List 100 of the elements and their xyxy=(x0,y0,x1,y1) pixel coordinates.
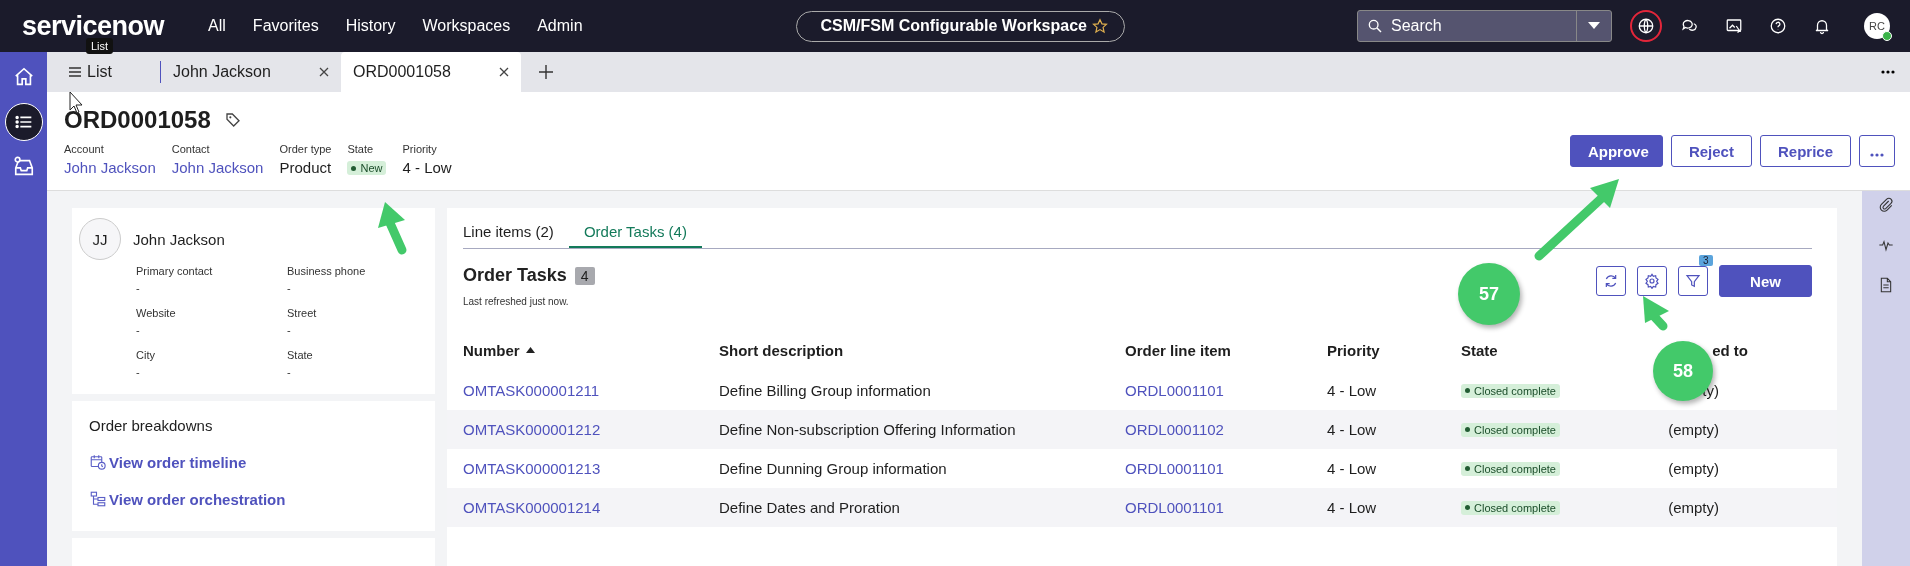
count-badge: 4 xyxy=(574,266,595,285)
action-button[interactable]: Reprice xyxy=(1759,135,1851,167)
field-label: Order type xyxy=(279,143,332,155)
nav-menu-item[interactable]: All xyxy=(208,17,226,35)
tab[interactable]: Line items (2) xyxy=(463,215,569,248)
more-icon xyxy=(1870,152,1884,157)
add-tab-icon[interactable] xyxy=(539,65,553,79)
field-value: - xyxy=(287,282,292,294)
field-label: Street xyxy=(287,307,318,319)
tab[interactable]: Order Tasks (4) xyxy=(568,215,702,248)
filter-count-badge: 3 xyxy=(1699,255,1713,266)
more-icon[interactable] xyxy=(1881,70,1895,74)
hierarchy-icon xyxy=(89,490,107,508)
table-cell: (empty) xyxy=(1668,460,1719,477)
table-cell: 4 - Low xyxy=(1327,460,1377,477)
line-item-link[interactable]: ORDL0001102 xyxy=(1125,421,1224,438)
tab[interactable]: John Jackson xyxy=(161,52,341,92)
field-link[interactable]: John Jackson xyxy=(171,159,264,176)
record-title: ORD0001058 xyxy=(64,106,211,134)
close-icon[interactable] xyxy=(319,67,329,77)
state-badge: Closed complete xyxy=(1461,461,1560,476)
search-field[interactable]: Search xyxy=(1357,10,1612,42)
field-value: - xyxy=(287,324,292,336)
list-title: Order Tasks xyxy=(463,265,567,286)
field-label: Business phone xyxy=(287,265,367,277)
field-value: - xyxy=(136,366,141,378)
list-icon xyxy=(69,67,81,77)
field-value: 4 - Low xyxy=(402,159,452,176)
field-label: Website xyxy=(136,307,177,319)
tab[interactable]: ORD0001058 xyxy=(341,52,521,92)
logo[interactable]: servicenow xyxy=(22,15,165,37)
filter-icon xyxy=(1685,273,1701,289)
field-label: Account xyxy=(64,143,105,155)
task-link[interactable]: OMTASK000001212 xyxy=(463,421,601,438)
table-cell: 4 - Low xyxy=(1327,382,1377,399)
settings-button[interactable] xyxy=(1637,266,1667,296)
column-header[interactable]: Order line item xyxy=(1125,341,1231,359)
task-link[interactable]: OMTASK000001214 xyxy=(463,499,601,516)
table-cell: (empty) xyxy=(1668,421,1719,438)
field-label: Primary contact xyxy=(136,265,214,277)
list-icon[interactable] xyxy=(4,103,43,141)
callout-arrow xyxy=(378,202,407,255)
refresh-status: Last refreshed just now. xyxy=(463,296,570,307)
search-icon xyxy=(1367,18,1383,34)
nav-menu-item[interactable]: Favorites xyxy=(252,17,319,35)
field-label: Contact xyxy=(171,143,211,155)
column-header[interactable]: State xyxy=(1461,341,1498,359)
action-button[interactable]: Reject xyxy=(1670,135,1752,167)
view-link[interactable]: View order orchestration xyxy=(109,490,286,508)
tooltip: List xyxy=(86,38,114,54)
table-cell: (empty) xyxy=(1668,499,1719,516)
search-input[interactable]: Search xyxy=(1389,16,1570,36)
field-value: - xyxy=(136,282,141,294)
field-label: Priority xyxy=(402,143,438,155)
tab[interactable]: List xyxy=(57,61,161,83)
line-item-link[interactable]: ORDL0001101 xyxy=(1125,499,1224,516)
column-header[interactable]: Short description xyxy=(719,341,844,359)
field-link[interactable]: John Jackson xyxy=(64,159,156,176)
table-cell: Define Dates and Proration xyxy=(719,499,900,516)
close-icon[interactable] xyxy=(499,67,509,77)
column-header[interactable]: Number xyxy=(463,341,535,359)
task-link[interactable]: OMTASK000001211 xyxy=(463,382,600,399)
state-badge: Closed complete xyxy=(1461,422,1560,437)
star-icon[interactable] xyxy=(1091,18,1108,34)
field-label: City xyxy=(136,349,156,361)
table-cell: 4 - Low xyxy=(1327,421,1377,438)
column-header[interactable]: ed to xyxy=(1712,341,1748,359)
table-cell: Define Non-subscription Offering Information xyxy=(719,421,1016,438)
more-actions-button[interactable] xyxy=(1859,135,1895,167)
field-value: - xyxy=(287,366,292,378)
table-cell: Define Dunning Group information xyxy=(719,460,947,477)
paperclip-icon[interactable] xyxy=(1878,197,1894,213)
card-title: Order breakdowns xyxy=(89,417,214,434)
line-item-link[interactable]: ORDL0001101 xyxy=(1125,460,1224,477)
state-badge: Closed complete xyxy=(1461,383,1560,398)
settings-icon xyxy=(1644,273,1660,289)
column-header[interactable]: Priority xyxy=(1327,341,1380,359)
new-button[interactable]: New xyxy=(1719,265,1812,297)
online-status-icon xyxy=(1882,31,1892,41)
field-value: - xyxy=(136,324,141,336)
state-badge: Closed complete xyxy=(1461,500,1560,515)
refresh-icon xyxy=(1603,273,1619,289)
calendar-clock-icon xyxy=(89,453,107,471)
refresh-button[interactable] xyxy=(1596,266,1626,296)
callout-arrow xyxy=(1643,296,1669,331)
document-icon[interactable] xyxy=(1878,277,1894,293)
initials-avatar: JJ xyxy=(79,218,121,260)
contact-name: John Jackson xyxy=(133,230,225,248)
user-avatar[interactable]: RC xyxy=(1864,13,1890,39)
field-label: State xyxy=(287,349,314,361)
action-button[interactable]: Approve xyxy=(1569,135,1663,167)
line-item-link[interactable]: ORDL0001101 xyxy=(1125,382,1224,399)
nav-menu-item[interactable]: Admin xyxy=(537,17,583,35)
filter-button[interactable] xyxy=(1678,266,1708,296)
nav-menu-item[interactable]: Workspaces xyxy=(422,17,511,35)
view-link[interactable]: View order timeline xyxy=(109,453,247,471)
tag-icon[interactable] xyxy=(224,112,241,128)
nav-menu-item[interactable]: History xyxy=(345,17,396,35)
task-link[interactable]: OMTASK000001213 xyxy=(463,460,601,477)
globe-icon[interactable] xyxy=(1630,10,1662,42)
